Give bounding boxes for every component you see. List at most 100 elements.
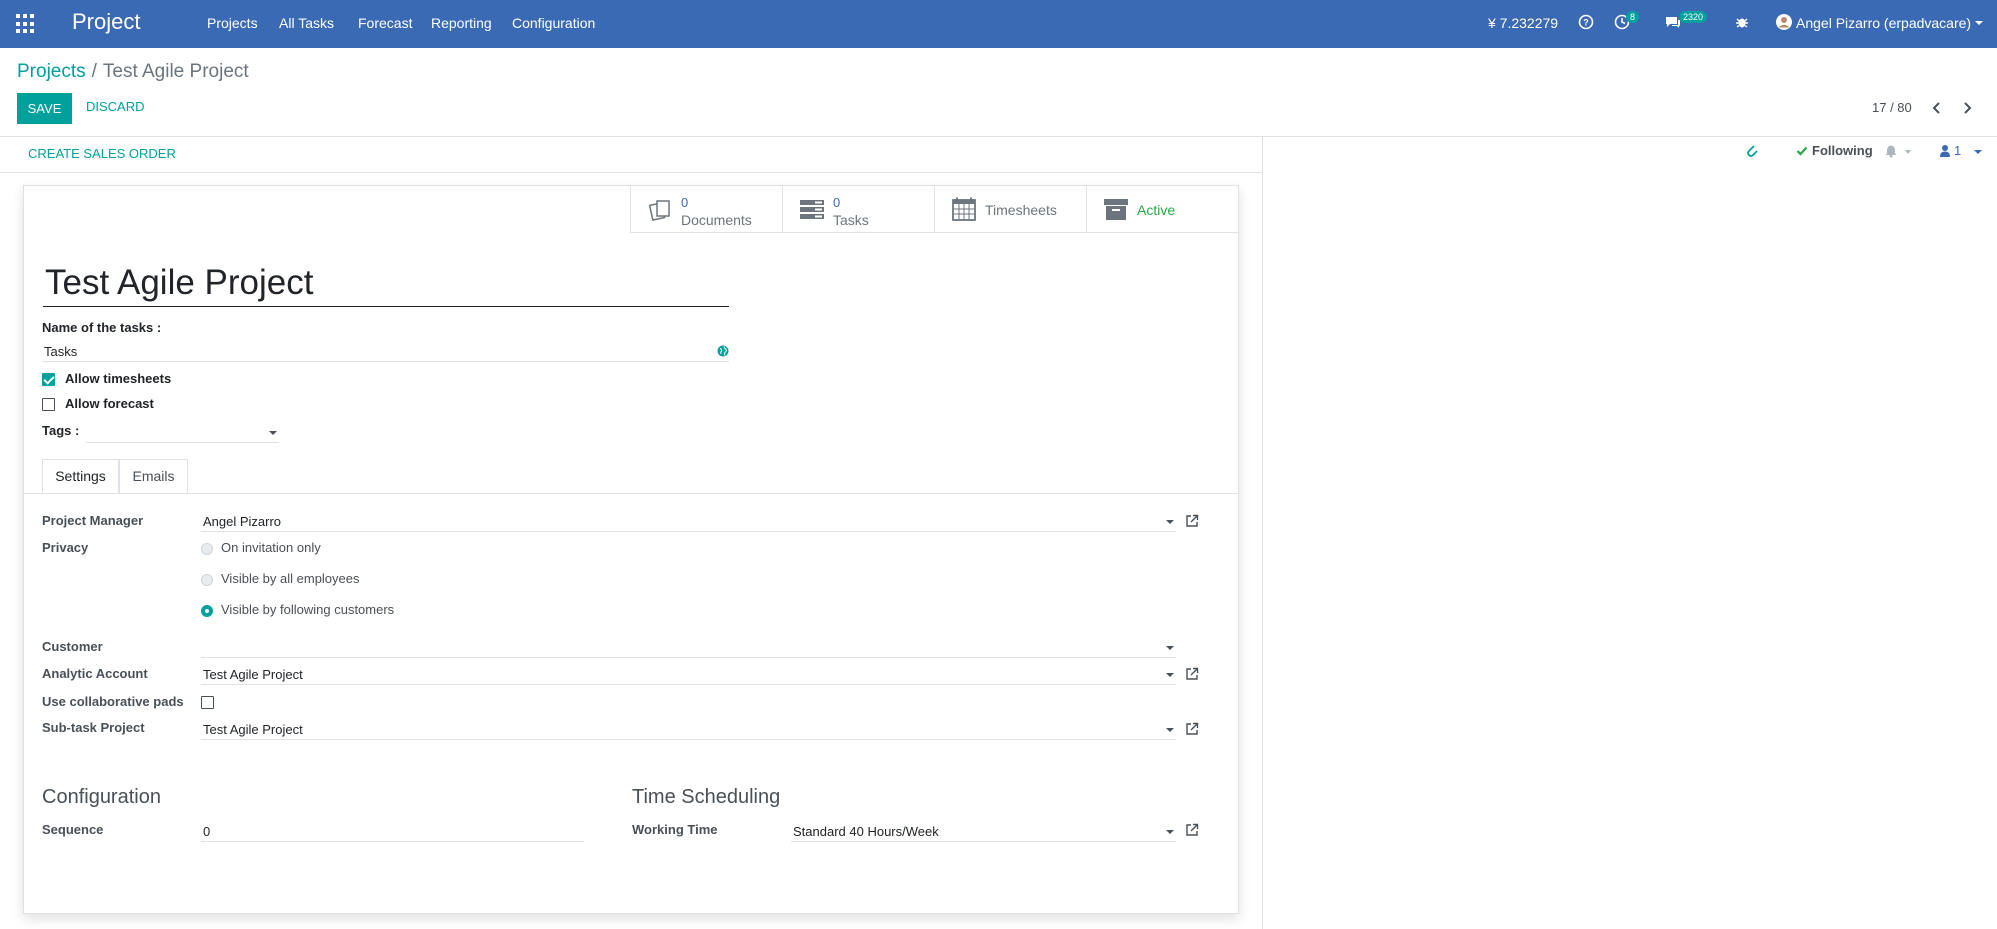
privacy-option-customers[interactable]: Visible by following customers — [221, 602, 394, 617]
notification-caret-icon[interactable] — [1905, 150, 1911, 154]
allow-forecast-checkbox[interactable] — [42, 398, 55, 411]
user-menu-caret-icon[interactable] — [1975, 21, 1983, 25]
breadcrumb-current: Test Agile Project — [102, 61, 249, 82]
svg-text:?: ? — [1583, 18, 1589, 28]
discard-button[interactable]: DISCARD — [86, 99, 145, 114]
archive-icon — [1104, 199, 1128, 220]
tab-emails[interactable]: Emails — [119, 459, 188, 493]
analytic-account-input[interactable]: Test Agile Project — [201, 665, 1176, 685]
customer-caret-icon[interactable] — [1166, 646, 1174, 650]
following-button[interactable]: Following — [1812, 143, 1873, 158]
subtask-project-input[interactable]: Test Agile Project — [201, 720, 1176, 740]
customer-input[interactable] — [201, 638, 1176, 658]
documents-count: 0 — [681, 195, 689, 210]
active-toggle-button[interactable]: Active — [1086, 186, 1238, 233]
tabs-divider — [24, 493, 1238, 494]
stat-button-box: 0 Documents 0 Tasks Timesheets Active — [630, 186, 1238, 233]
followers-user-icon[interactable] — [1939, 144, 1951, 158]
customer-label: Customer — [42, 639, 103, 654]
subtask-project-caret-icon[interactable] — [1166, 728, 1174, 732]
subtask-project-label: Sub-task Project — [42, 720, 145, 735]
project-manager-external-link-icon[interactable] — [1185, 514, 1199, 528]
documents-icon — [648, 200, 670, 221]
tasks-icon — [800, 200, 824, 219]
chatter-divider — [1262, 136, 1263, 929]
project-manager-caret-icon[interactable] — [1166, 520, 1174, 524]
analytic-account-external-link-icon[interactable] — [1185, 667, 1199, 681]
debug-bug-icon[interactable] — [1733, 13, 1751, 31]
currency-rate[interactable]: ¥ 7.232279 — [1488, 15, 1558, 31]
calendar-icon — [952, 197, 976, 221]
name-of-tasks-label: Name of the tasks : — [42, 320, 162, 335]
project-name-input[interactable]: Test Agile Project — [43, 263, 729, 307]
user-menu[interactable]: Angel Pizarro (erpadvacare) — [1796, 15, 1971, 31]
statusbar-divider — [0, 172, 1262, 173]
privacy-radio-invitation[interactable] — [201, 543, 213, 555]
allow-timesheets-checkbox[interactable] — [42, 373, 55, 386]
help-icon[interactable]: ? — [1577, 13, 1595, 31]
timesheets-label: Timesheets — [985, 202, 1057, 218]
control-panel-divider — [0, 136, 1997, 137]
sequence-label: Sequence — [42, 822, 104, 837]
name-of-tasks-input[interactable]: Tasks — [42, 342, 729, 362]
allow-forecast-label: Allow forecast — [65, 396, 154, 411]
documents-stat-button[interactable]: 0 Documents — [630, 186, 782, 233]
create-sales-order-button[interactable]: CREATE SALES ORDER — [28, 146, 176, 161]
privacy-label: Privacy — [42, 540, 89, 555]
tags-label: Tags : — [42, 423, 80, 438]
save-button[interactable]: SAVE — [17, 93, 72, 124]
activity-count-badge: 8 — [1626, 11, 1640, 23]
working-time-value: Standard 40 Hours/Week — [793, 824, 939, 839]
privacy-radio-customers[interactable] — [201, 605, 213, 617]
analytic-account-caret-icon[interactable] — [1166, 673, 1174, 677]
menu-reporting[interactable]: Reporting — [431, 15, 492, 31]
analytic-account-label: Analytic Account — [42, 666, 148, 681]
project-manager-input[interactable]: Angel Pizarro — [201, 512, 1176, 532]
tasks-count: 0 — [833, 195, 841, 210]
pager-value[interactable]: 17 / 80 — [1872, 100, 1912, 115]
active-label: Active — [1137, 202, 1176, 218]
tab-settings[interactable]: Settings — [42, 459, 119, 493]
breadcrumb: Projects / Test Agile Project — [17, 61, 249, 83]
analytic-account-value: Test Agile Project — [203, 667, 303, 682]
privacy-option-invitation[interactable]: On invitation only — [221, 540, 321, 555]
paperclip-icon[interactable] — [1745, 143, 1759, 159]
user-avatar[interactable] — [1775, 13, 1793, 31]
apps-menu-icon[interactable] — [16, 14, 36, 34]
tags-input[interactable] — [86, 423, 279, 443]
pager-previous-icon[interactable] — [1930, 99, 1944, 117]
followers-count[interactable]: 1 — [1954, 143, 1961, 158]
menu-projects[interactable]: Projects — [207, 15, 258, 31]
privacy-option-employees[interactable]: Visible by all employees — [221, 571, 360, 586]
pager-next-icon[interactable] — [1960, 99, 1974, 117]
menu-all-tasks[interactable]: All Tasks — [279, 15, 334, 31]
privacy-radio-employees[interactable] — [201, 574, 213, 586]
app-brand[interactable]: Project — [72, 9, 140, 35]
name-of-tasks-value: Tasks — [44, 344, 78, 359]
working-time-input[interactable]: Standard 40 Hours/Week — [791, 822, 1176, 842]
form-sheet: 0 Documents 0 Tasks Timesheets Active Te… — [23, 185, 1239, 914]
collab-pads-checkbox[interactable] — [201, 696, 214, 709]
menu-forecast[interactable]: Forecast — [358, 15, 412, 31]
subtask-project-external-link-icon[interactable] — [1185, 722, 1199, 736]
followers-caret-icon[interactable] — [1974, 150, 1982, 154]
tasks-label: Tasks — [833, 212, 869, 228]
working-time-external-link-icon[interactable] — [1185, 823, 1199, 837]
time-scheduling-section-title: Time Scheduling — [632, 786, 781, 808]
subtask-project-value: Test Agile Project — [203, 722, 303, 737]
project-manager-value: Angel Pizarro — [203, 514, 282, 529]
tags-caret-icon[interactable] — [269, 431, 277, 435]
sequence-input[interactable]: 0 — [201, 822, 584, 842]
tasks-stat-button[interactable]: 0 Tasks — [782, 186, 934, 233]
notification-bell-icon[interactable] — [1884, 144, 1898, 158]
allow-timesheets-label: Allow timesheets — [65, 371, 172, 386]
documents-label: Documents — [681, 212, 752, 228]
timesheets-stat-button[interactable]: Timesheets — [934, 186, 1086, 233]
collab-pads-label: Use collaborative pads — [42, 694, 184, 709]
menu-configuration[interactable]: Configuration — [512, 15, 595, 31]
project-manager-label: Project Manager — [42, 513, 144, 528]
translate-globe-icon[interactable] — [717, 345, 729, 357]
configuration-section-title: Configuration — [42, 786, 161, 808]
working-time-caret-icon[interactable] — [1166, 830, 1174, 834]
breadcrumb-projects-link[interactable]: Projects — [17, 61, 86, 82]
